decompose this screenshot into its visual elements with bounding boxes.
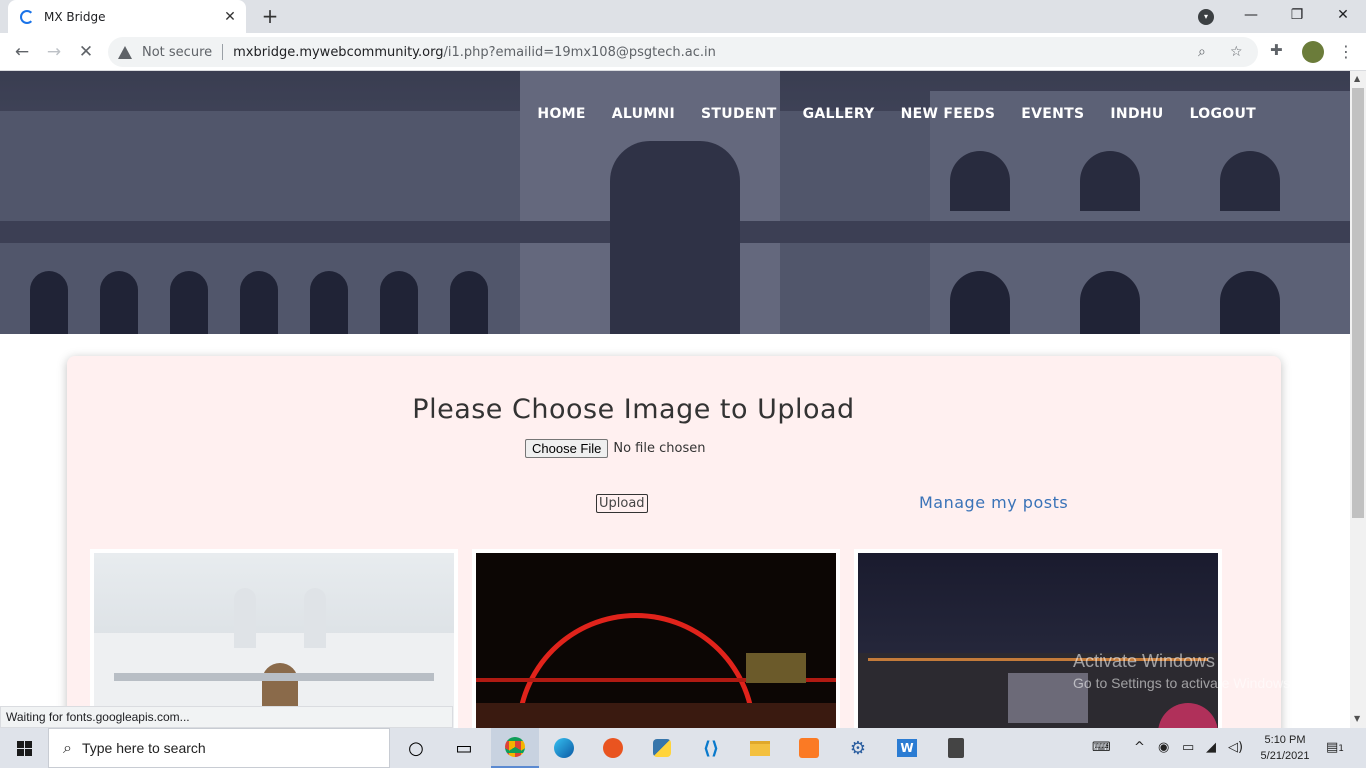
- chrome-icon[interactable]: [491, 728, 539, 768]
- forward-icon[interactable]: →: [42, 40, 66, 64]
- restore-icon[interactable]: ❐: [1274, 0, 1320, 33]
- python-icon[interactable]: [638, 728, 686, 768]
- page-viewport: HOME ALUMNI STUDENT GALLERY NEW FEEDS EV…: [0, 71, 1350, 728]
- bookmark-star-icon[interactable]: ☆: [1230, 37, 1243, 67]
- keyboard-icon[interactable]: ⌨: [1092, 728, 1111, 768]
- stop-icon[interactable]: ✕: [74, 40, 98, 64]
- tray-chevron-icon[interactable]: ^: [1134, 728, 1145, 768]
- network-icon[interactable]: ◢: [1206, 728, 1216, 768]
- profile-avatar[interactable]: [1302, 41, 1324, 63]
- action-center-icon[interactable]: ▤1: [1326, 728, 1344, 768]
- warning-icon: [118, 45, 132, 59]
- status-bar: Waiting for fonts.googleapis.com...: [0, 706, 453, 728]
- vscode-icon[interactable]: ⟨⟩: [687, 728, 735, 768]
- search-placeholder: Type here to search: [81, 740, 206, 756]
- hero-banner: HOME ALUMNI STUDENT GALLERY NEW FEEDS EV…: [0, 71, 1350, 334]
- start-button[interactable]: [0, 728, 48, 768]
- bridge-road: [476, 703, 836, 728]
- battery-icon[interactable]: ▭: [1182, 728, 1194, 768]
- settings-gear-icon[interactable]: ⚙: [834, 728, 882, 768]
- cortana-icon[interactable]: ○: [392, 728, 440, 768]
- tab-close-icon[interactable]: ✕: [222, 9, 238, 25]
- clock-time: 5:10 PM: [1264, 734, 1306, 746]
- notification-count: 1: [1338, 744, 1345, 754]
- no-file-label: No file chosen: [613, 441, 706, 456]
- nav-new-feeds[interactable]: NEW FEEDS: [901, 106, 996, 122]
- nav-alumni[interactable]: ALUMNI: [612, 106, 675, 122]
- loading-spinner-icon: [20, 9, 34, 24]
- gallery-image-city-night: [858, 553, 1218, 728]
- windows-logo-icon: [16, 740, 32, 756]
- upload-title: Please Choose Image to Upload: [412, 394, 855, 425]
- browser-toolbar: ← → ✕ Not secure mxbridge.mywebcommunity…: [0, 33, 1366, 71]
- choose-file-button[interactable]: Choose File: [525, 439, 609, 458]
- nav-events[interactable]: EVENTS: [1021, 106, 1084, 122]
- menu-icon[interactable]: ⋮: [1338, 38, 1354, 66]
- manage-posts-link[interactable]: Manage my posts: [919, 493, 1068, 512]
- meet-now-icon[interactable]: ◉: [1158, 728, 1169, 768]
- taskbar-search[interactable]: ⌕ Type here to search: [48, 728, 390, 768]
- page-scrollbar[interactable]: ▲ ▼: [1350, 71, 1366, 728]
- address-bar[interactable]: Not secure mxbridge.mywebcommunity.org /…: [108, 37, 1258, 67]
- not-secure-label: Not secure: [142, 44, 213, 60]
- watermark-line1: Activate Windows: [1073, 651, 1216, 671]
- browser-tab[interactable]: MX Bridge ✕: [8, 0, 246, 33]
- taskbar: ⌕ Type here to search ○ ▭ ⟨⟩ ⚙ W ⌨ ^ ◉ ▭…: [0, 728, 1366, 768]
- college-dome: [234, 588, 256, 648]
- back-icon[interactable]: ←: [10, 40, 34, 64]
- file-explorer-icon[interactable]: [736, 728, 784, 768]
- college-ledge: [114, 673, 434, 681]
- word-icon[interactable]: W: [883, 728, 931, 768]
- college-dome: [304, 588, 326, 648]
- gallery-image-college: [94, 553, 454, 728]
- watermark-line2: Go to Settings to activate Windows.: [1073, 675, 1294, 691]
- nav-student[interactable]: STUDENT: [701, 106, 777, 122]
- nav-indhu[interactable]: INDHU: [1110, 106, 1163, 122]
- nav-home[interactable]: HOME: [537, 106, 585, 122]
- activation-watermark: Activate Windows Go to Settings to activ…: [1073, 651, 1294, 691]
- task-view-icon[interactable]: ▭: [440, 728, 488, 768]
- scroll-thumb[interactable]: [1352, 88, 1364, 518]
- browser-tab-bar: MX Bridge ✕ + ▾ — ❐ ✕: [0, 0, 1366, 33]
- gallery-card[interactable]: [472, 549, 840, 728]
- xampp-icon[interactable]: [785, 728, 833, 768]
- url-path: /i1.php?emailid=19mx108@psgtech.ac.in: [443, 44, 716, 60]
- file-input[interactable]: Choose File No file chosen: [525, 439, 705, 458]
- minimize-icon[interactable]: —: [1228, 0, 1274, 33]
- tab-search-icon[interactable]: ▾: [1198, 9, 1214, 25]
- upload-button[interactable]: Upload: [596, 494, 648, 513]
- tab-title: MX Bridge: [44, 9, 106, 24]
- taskbar-clock[interactable]: 5:10 PM 5/21/2021: [1252, 732, 1318, 764]
- search-icon: ⌕: [63, 738, 72, 757]
- zoom-icon[interactable]: ⌕: [1198, 37, 1206, 67]
- volume-icon[interactable]: ◁): [1228, 728, 1243, 768]
- nav-gallery[interactable]: GALLERY: [803, 106, 875, 122]
- extensions-icon[interactable]: ✚: [1270, 41, 1283, 59]
- scroll-up-icon[interactable]: ▲: [1354, 74, 1360, 83]
- new-tab-icon[interactable]: +: [258, 5, 282, 29]
- edge-icon[interactable]: [540, 728, 588, 768]
- url-host: mxbridge.mywebcommunity.org: [233, 44, 444, 60]
- omnibox-divider: [222, 44, 224, 60]
- gallery-card[interactable]: [90, 549, 458, 728]
- calculator-icon[interactable]: [932, 728, 980, 768]
- nav-logout[interactable]: LOGOUT: [1190, 106, 1256, 122]
- main-nav: HOME ALUMNI STUDENT GALLERY NEW FEEDS EV…: [537, 106, 1256, 122]
- scroll-down-icon[interactable]: ▼: [1354, 714, 1360, 723]
- bridge-building: [746, 653, 806, 683]
- gallery-image-bridge: [476, 553, 836, 728]
- close-window-icon[interactable]: ✕: [1320, 0, 1366, 33]
- clock-date: 5/21/2021: [1260, 750, 1310, 762]
- ubuntu-icon[interactable]: [589, 728, 637, 768]
- gallery-card[interactable]: [854, 549, 1222, 728]
